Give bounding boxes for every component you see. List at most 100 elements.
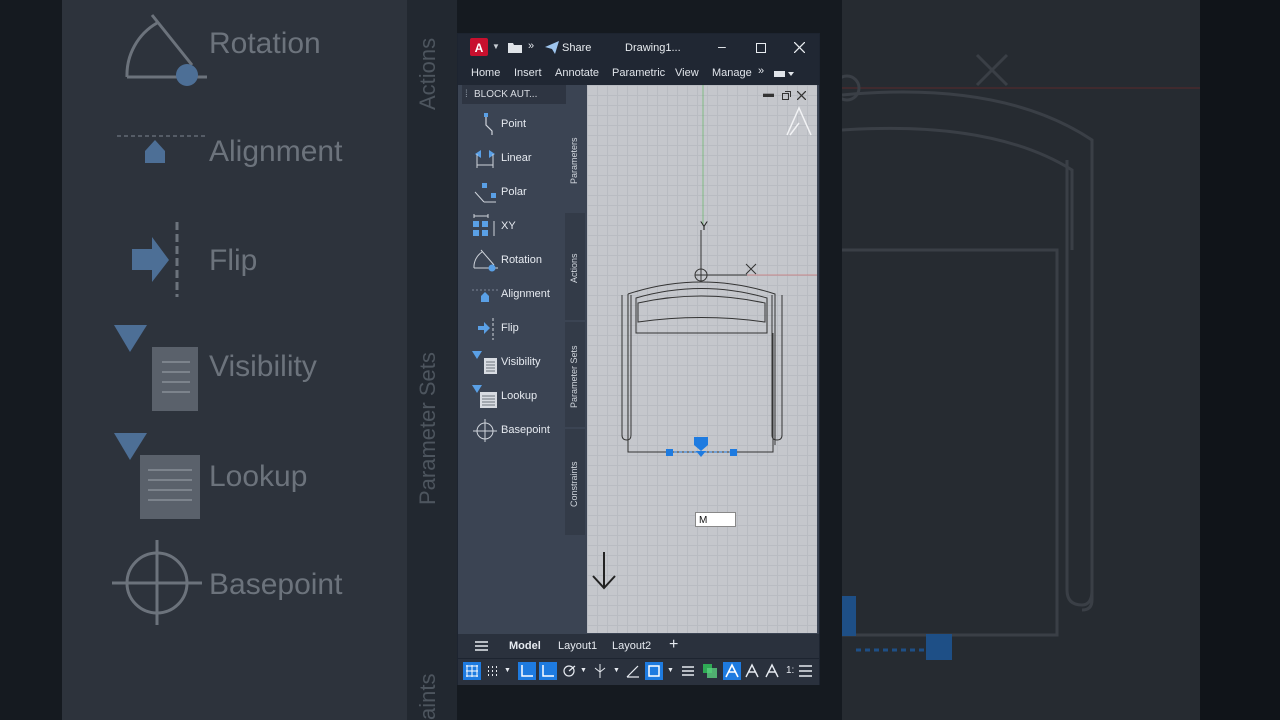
customization-menu-icon[interactable] xyxy=(799,665,812,677)
tab-actions[interactable]: Actions xyxy=(565,213,585,320)
share-button[interactable]: Share xyxy=(562,42,591,54)
bg-item-visibility: Visibility xyxy=(62,322,407,411)
menu-icon[interactable] xyxy=(475,641,488,651)
share-icon[interactable] xyxy=(545,41,559,54)
ribbon-toggle-icon[interactable] xyxy=(774,70,794,78)
tab-view[interactable]: View xyxy=(675,67,699,79)
bg-item-label: Lookup xyxy=(209,460,308,493)
ribbon-tabs: Home Insert Annotate Parametric View Man… xyxy=(458,61,819,85)
ortho-icon[interactable] xyxy=(518,662,536,680)
background-canvas-zoomed xyxy=(842,0,1200,720)
iso-dropdown-icon[interactable]: ▼ xyxy=(613,667,620,674)
param-label: Alignment xyxy=(501,288,550,300)
param-xy[interactable]: XY xyxy=(462,211,566,241)
rotation-icon xyxy=(473,249,498,272)
param-basepoint[interactable]: Basepoint xyxy=(462,415,566,445)
bg-item-basepoint: Basepoint xyxy=(62,540,407,625)
bg-item-flip: Flip xyxy=(62,222,407,302)
background-block-drawing xyxy=(842,53,1200,660)
isodraft-icon[interactable] xyxy=(594,664,606,678)
basepoint-icon xyxy=(112,540,202,625)
maximize-icon[interactable] xyxy=(756,43,766,53)
infer-constraints-icon[interactable] xyxy=(539,662,557,680)
object-tracking-icon[interactable] xyxy=(626,664,640,678)
alignment-icon xyxy=(117,135,207,163)
polar-dropdown-icon[interactable]: ▼ xyxy=(580,667,587,674)
drawing-canvas[interactable]: Y ▬ M xyxy=(587,85,817,633)
param-flip[interactable]: Flip xyxy=(462,313,566,343)
snap-icon[interactable] xyxy=(486,665,498,677)
tab-layout1[interactable]: Layout1 xyxy=(558,640,597,652)
annotation-visibility-icon[interactable] xyxy=(723,662,741,680)
tab-parametric[interactable]: Parametric xyxy=(612,67,665,79)
tab-manage[interactable]: Manage xyxy=(712,67,752,79)
more-tools-icon[interactable]: » xyxy=(528,40,534,52)
transparency-icon[interactable] xyxy=(702,663,718,679)
minimize-icon[interactable]: – xyxy=(718,38,726,54)
viewport-close-icon[interactable] xyxy=(797,91,806,100)
point-icon xyxy=(484,113,493,135)
polar-tracking-icon[interactable] xyxy=(562,664,576,678)
osnap-dropdown-icon[interactable]: ▼ xyxy=(667,667,674,674)
param-alignment[interactable]: Alignment xyxy=(462,279,566,309)
tab-home[interactable]: Home xyxy=(471,67,500,79)
tab-constraints[interactable]: Constraints xyxy=(565,429,585,535)
more-tabs-icon[interactable]: » xyxy=(758,65,764,77)
param-label: Basepoint xyxy=(501,424,550,436)
param-label: Visibility xyxy=(501,356,541,368)
palette-title-bar[interactable]: ⁞ BLOCK AUT... xyxy=(462,85,566,104)
palette-title: BLOCK AUT... xyxy=(474,89,538,100)
close-icon[interactable] xyxy=(794,42,805,53)
alignment-icon xyxy=(472,289,498,302)
param-point[interactable]: Point xyxy=(462,109,566,139)
scale-label[interactable]: 1: xyxy=(786,665,794,676)
grid-toggle-icon[interactable] xyxy=(463,662,481,680)
basepoint-icon xyxy=(473,419,497,442)
param-linear[interactable]: Linear xyxy=(462,143,566,173)
flip-icon xyxy=(478,318,494,340)
tab-parameters[interactable]: Parameters xyxy=(565,108,585,213)
param-label: XY xyxy=(501,220,516,232)
app-menu-dropdown-icon[interactable]: ▼ xyxy=(492,42,500,51)
auto-scale-icon[interactable] xyxy=(744,663,760,679)
object-snap-icon[interactable] xyxy=(645,662,663,680)
bg-tab-parameter-sets: Parameter Sets xyxy=(415,352,440,505)
bg-item-label: Basepoint xyxy=(209,568,343,601)
lineweight-icon[interactable] xyxy=(681,664,695,678)
dynamic-input-field[interactable]: M xyxy=(695,512,736,527)
tab-insert[interactable]: Insert xyxy=(514,67,542,79)
background-palette-zoomed: Rotation Alignment Flip Visibility Looku… xyxy=(62,0,407,720)
bg-item-label: Visibility xyxy=(209,350,317,383)
viewport-minimize-icon[interactable]: ▬ xyxy=(763,88,774,100)
status-bar: ▼ ▼ ▼ ▼ 1: xyxy=(458,658,819,685)
tab-parameter-sets[interactable]: Parameter Sets xyxy=(565,322,585,427)
polar-icon xyxy=(474,183,496,203)
app-logo-icon[interactable]: A xyxy=(470,38,488,56)
layout-tabs-bar: Model Layout1 Layout2 + xyxy=(458,634,819,658)
tab-model[interactable]: Model xyxy=(509,640,541,652)
open-file-icon[interactable] xyxy=(508,41,522,53)
param-rotation[interactable]: Rotation xyxy=(462,245,566,275)
autocad-window: A ▼ » Share Drawing1... – Home Insert An… xyxy=(457,33,820,685)
param-label: Rotation xyxy=(501,254,542,266)
snap-dropdown-icon[interactable]: ▼ xyxy=(504,667,511,674)
ucs-y-axis-label: Y xyxy=(700,219,709,233)
param-lookup[interactable]: Lookup xyxy=(462,381,566,411)
param-label: Polar xyxy=(501,186,527,198)
lookup-icon xyxy=(114,433,200,519)
param-label: Flip xyxy=(501,322,519,334)
bg-item-label: Flip xyxy=(209,244,258,277)
viewport-restore-icon[interactable] xyxy=(782,91,791,100)
visibility-icon xyxy=(114,325,198,411)
grip-icon[interactable]: ⁞ xyxy=(465,85,468,104)
param-visibility[interactable]: Visibility xyxy=(462,347,566,377)
param-polar[interactable]: Polar xyxy=(462,177,566,207)
tab-layout2[interactable]: Layout2 xyxy=(612,640,651,652)
visibility-icon xyxy=(472,351,497,374)
tab-annotate[interactable]: Annotate xyxy=(555,67,599,79)
add-layout-icon[interactable]: + xyxy=(669,636,678,654)
title-bar: A ▼ » Share Drawing1... – xyxy=(458,34,819,61)
bg-item-label: Alignment xyxy=(209,135,343,168)
annotation-scale-icon[interactable] xyxy=(764,663,780,679)
palette-tabs: Parameters Actions Parameter Sets Constr… xyxy=(565,85,585,535)
